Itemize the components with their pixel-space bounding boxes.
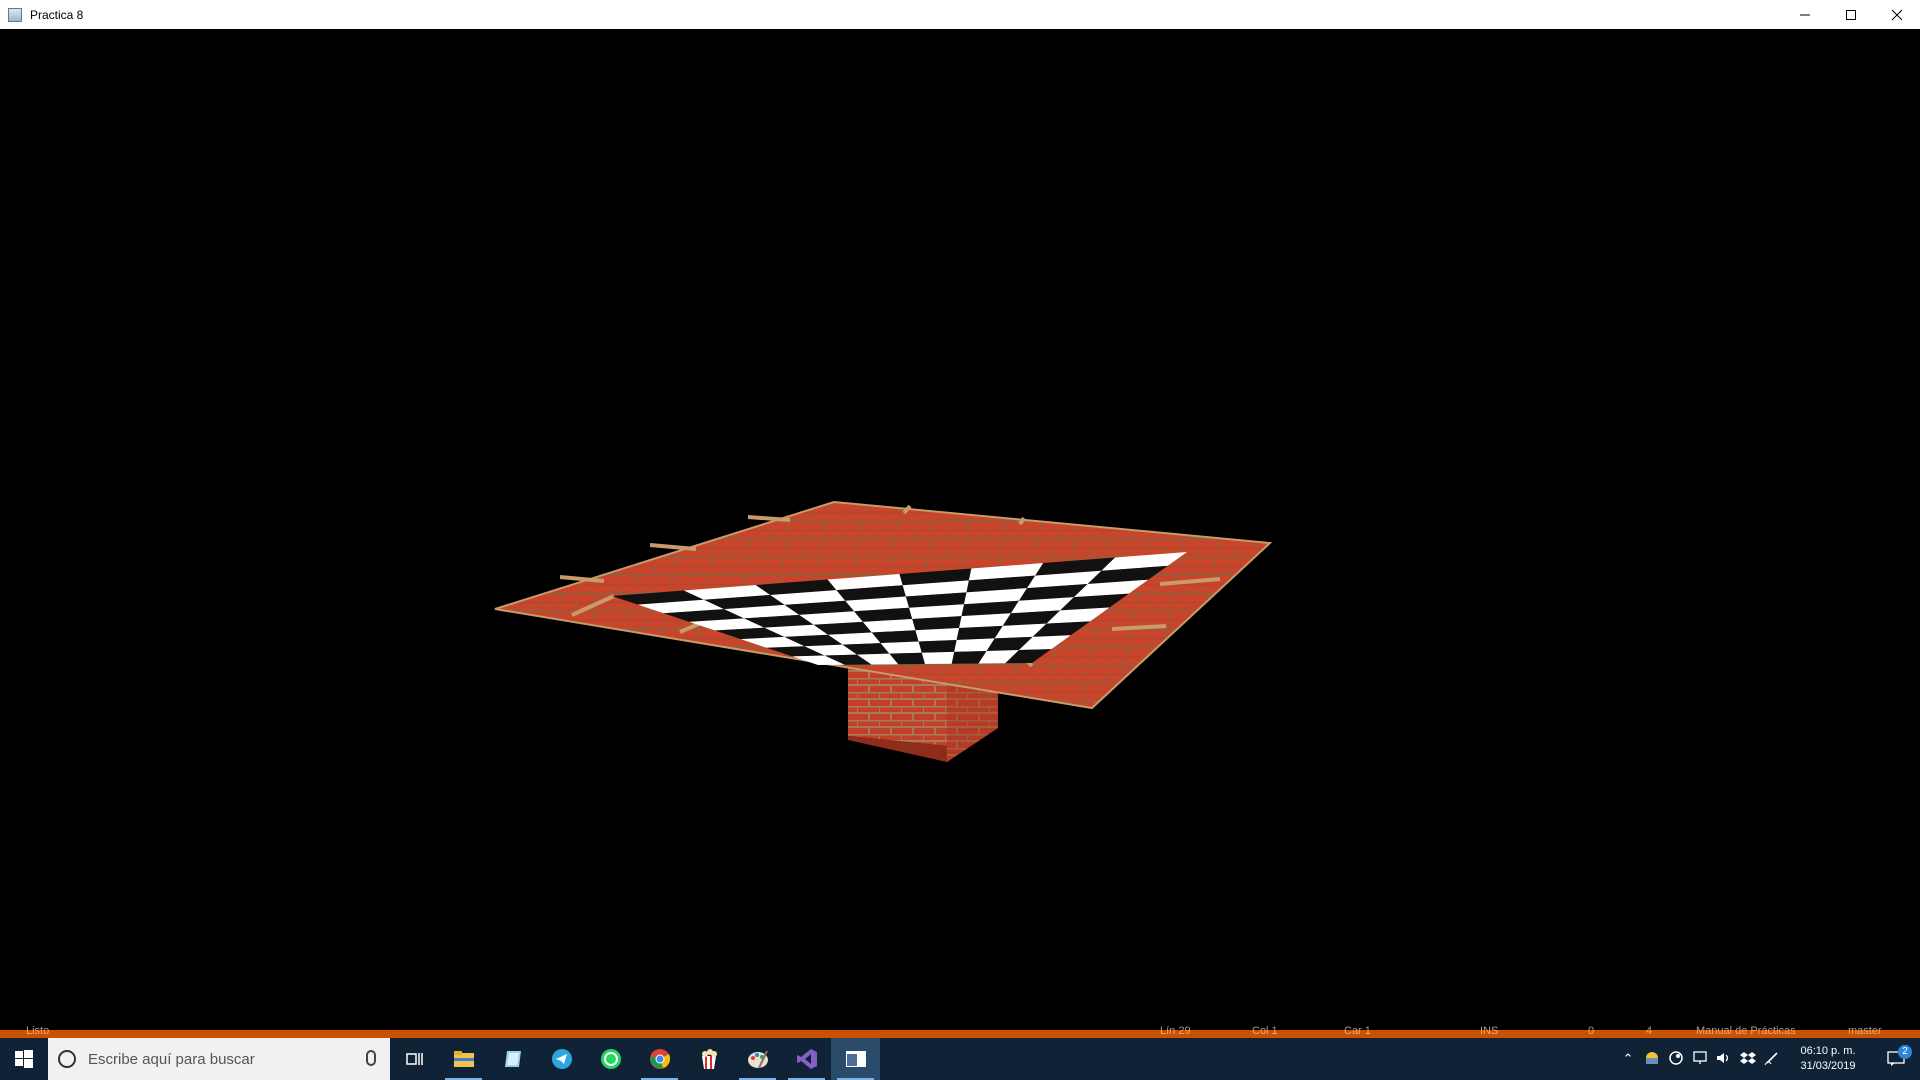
dropbox-icon[interactable] xyxy=(1736,1051,1760,1068)
close-button[interactable] xyxy=(1874,0,1920,29)
folder-icon xyxy=(453,1051,474,1067)
taskbar-apps xyxy=(390,1038,880,1080)
taskbar-notes[interactable] xyxy=(488,1038,537,1080)
chess-square xyxy=(915,628,960,642)
cortana-icon xyxy=(58,1050,76,1068)
telegram-icon xyxy=(551,1049,572,1069)
taskbar-file-explorer[interactable] xyxy=(439,1038,488,1080)
minimize-button[interactable] xyxy=(1782,0,1828,29)
maximize-button[interactable] xyxy=(1828,0,1874,29)
taskbar-search-box[interactable]: Escribe aquí para buscar xyxy=(48,1038,390,1080)
windows-logo-icon xyxy=(15,1050,33,1068)
taskbar-paint[interactable] xyxy=(733,1038,782,1080)
system-tray: ⌃ 06:10 p. m. 31/03/2019 2 xyxy=(1616,1038,1920,1080)
weather-icon[interactable] xyxy=(1640,1051,1664,1068)
task-view-icon xyxy=(405,1053,423,1065)
clock-date: 31/03/2019 xyxy=(1800,1060,1856,1072)
action-center-button[interactable]: 2 xyxy=(1872,1045,1920,1067)
window-title: Practica 8 xyxy=(30,7,84,22)
notes-app-icon xyxy=(504,1051,521,1067)
start-button[interactable] xyxy=(0,1038,48,1080)
search-placeholder: Escribe aquí para buscar xyxy=(88,1050,255,1068)
taskbar-visual-studio[interactable] xyxy=(782,1038,831,1080)
chess-table-render xyxy=(494,500,1273,762)
ethernet-icon xyxy=(1693,1050,1707,1064)
show-hidden-icons-chevron-icon[interactable]: ⌃ xyxy=(1616,1051,1640,1067)
microphone-icon[interactable] xyxy=(366,1050,376,1066)
dropbox-logo-icon xyxy=(1740,1051,1756,1064)
volume-icon[interactable] xyxy=(1712,1051,1736,1068)
taskbar-whatsapp[interactable] xyxy=(586,1038,635,1080)
visual-studio-icon xyxy=(796,1049,817,1069)
task-view-button[interactable] xyxy=(390,1038,439,1080)
app-window-icon xyxy=(845,1051,866,1067)
paint-icon xyxy=(747,1050,768,1069)
chess-square xyxy=(921,651,955,664)
window-titlebar[interactable]: Practica 8 xyxy=(0,0,1920,29)
steam-icon[interactable] xyxy=(1664,1050,1688,1068)
window-controls xyxy=(1782,0,1920,29)
taskbar-opengl-window[interactable] xyxy=(831,1038,880,1080)
close-icon xyxy=(1891,9,1903,20)
vs-status-strip xyxy=(0,1030,1920,1038)
minimize-icon xyxy=(1800,14,1810,15)
steam-logo-icon xyxy=(1669,1050,1683,1065)
pen-workspace-icon[interactable] xyxy=(1760,1050,1784,1069)
pen-icon xyxy=(1764,1051,1778,1065)
whatsapp-icon xyxy=(600,1049,621,1069)
taskbar-popcorn-time[interactable] xyxy=(684,1038,733,1080)
popcorn-icon xyxy=(701,1049,717,1069)
clock-time: 06:10 p. m. xyxy=(1800,1045,1856,1057)
taskbar-clock[interactable]: 06:10 p. m. 31/03/2019 xyxy=(1784,1044,1872,1074)
notification-badge: 2 xyxy=(1898,1045,1912,1059)
app-window-icon xyxy=(8,7,22,22)
maximize-icon xyxy=(1846,9,1856,20)
sun-icon xyxy=(1646,1051,1658,1064)
render-viewport[interactable] xyxy=(0,29,1920,1030)
network-icon[interactable] xyxy=(1688,1050,1712,1068)
speaker-icon xyxy=(1717,1052,1729,1063)
windows-taskbar: Escribe aquí para buscar ⌃ 06:10 p. m. 3… xyxy=(0,1038,1920,1080)
taskbar-telegram[interactable] xyxy=(537,1038,586,1080)
taskbar-chrome[interactable] xyxy=(635,1038,684,1080)
chrome-icon xyxy=(649,1049,670,1069)
chess-square xyxy=(918,639,957,653)
